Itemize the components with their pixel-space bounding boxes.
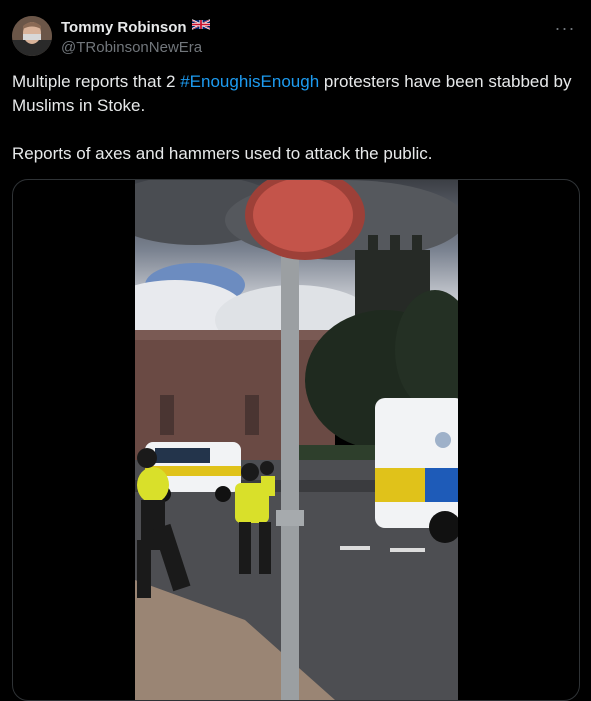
hashtag-link[interactable]: #EnoughisEnough [180,72,319,91]
tweet-text-prefix: Multiple reports that 2 [12,72,181,91]
tweet-text: Multiple reports that 2 #EnoughisEnough … [12,70,580,166]
tweet-paragraph-1: Multiple reports that 2 #EnoughisEnough … [12,70,580,118]
tweet-paragraph-2: Reports of axes and hammers used to atta… [12,144,433,163]
uk-flag-icon [191,18,210,36]
author-handle[interactable]: @TRobinsonNewEra [61,39,202,56]
tweet-header: Tommy Robinson @TRobinsonNewEra ··· [12,14,579,58]
video-frame [135,180,458,700]
author-display-name[interactable]: Tommy Robinson [61,19,187,36]
avatar[interactable] [12,16,52,56]
media-card[interactable] [12,179,580,701]
author-name-row: Tommy Robinson [61,18,210,36]
video-player[interactable] [135,180,458,700]
more-icon[interactable]: ··· [553,18,577,38]
